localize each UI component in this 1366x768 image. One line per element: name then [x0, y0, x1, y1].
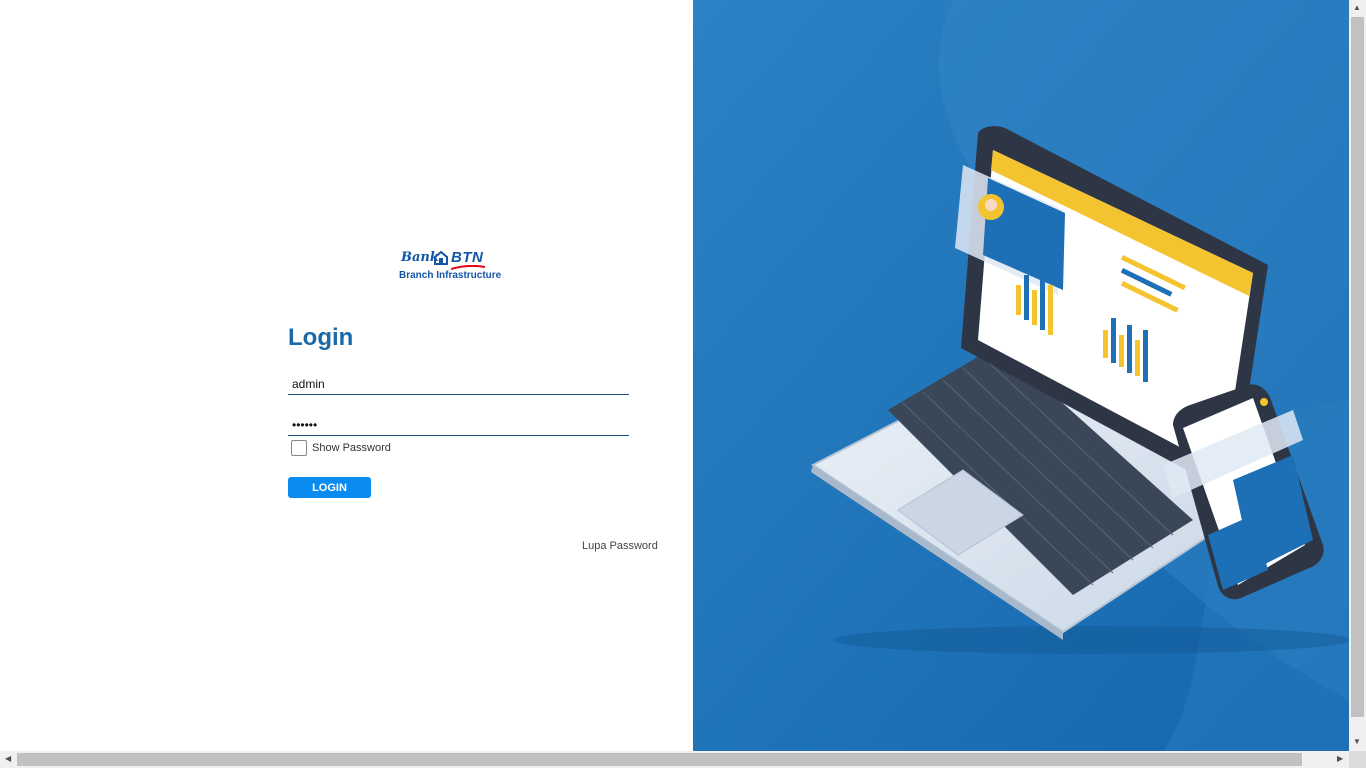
login-button[interactable]: LOGIN	[288, 477, 371, 498]
illustration-panel	[693, 0, 1349, 751]
login-title: Login	[288, 324, 354, 351]
scroll-down-arrow-icon[interactable]: ▼	[1353, 738, 1361, 746]
devices-illustration	[693, 0, 1349, 751]
show-password-label: Show Password	[312, 442, 391, 454]
house-logo-icon	[434, 251, 448, 265]
logo-subtitle: Branch Infrastructure	[399, 270, 502, 281]
forgot-password-link[interactable]: Lupa Password	[582, 540, 658, 552]
scroll-right-arrow-icon[interactable]: ▶	[1337, 755, 1343, 763]
scroll-left-arrow-icon[interactable]: ◀	[5, 755, 11, 763]
scrollbar-corner	[1349, 751, 1366, 768]
vertical-scroll-thumb[interactable]	[1351, 17, 1364, 717]
username-input[interactable]	[288, 374, 629, 395]
btn-logo: Bank BTN Branch Infrastructure	[399, 249, 511, 284]
password-input[interactable]	[288, 415, 629, 436]
show-password-checkbox[interactable]	[291, 440, 307, 456]
login-page: Bank BTN Branch Infrastructure Login Sho…	[0, 0, 1366, 768]
login-panel: Bank BTN Branch Infrastructure Login Sho…	[0, 0, 693, 751]
horizontal-scroll-thumb[interactable]	[17, 753, 1302, 766]
show-password-toggle[interactable]: Show Password	[291, 440, 391, 456]
horizontal-scrollbar[interactable]: ◀ ▶	[0, 751, 1366, 768]
logo-btn-text: BTN	[451, 249, 484, 266]
vertical-scrollbar[interactable]: ▲ ▼	[1349, 0, 1366, 751]
scroll-up-arrow-icon[interactable]: ▲	[1353, 4, 1361, 12]
